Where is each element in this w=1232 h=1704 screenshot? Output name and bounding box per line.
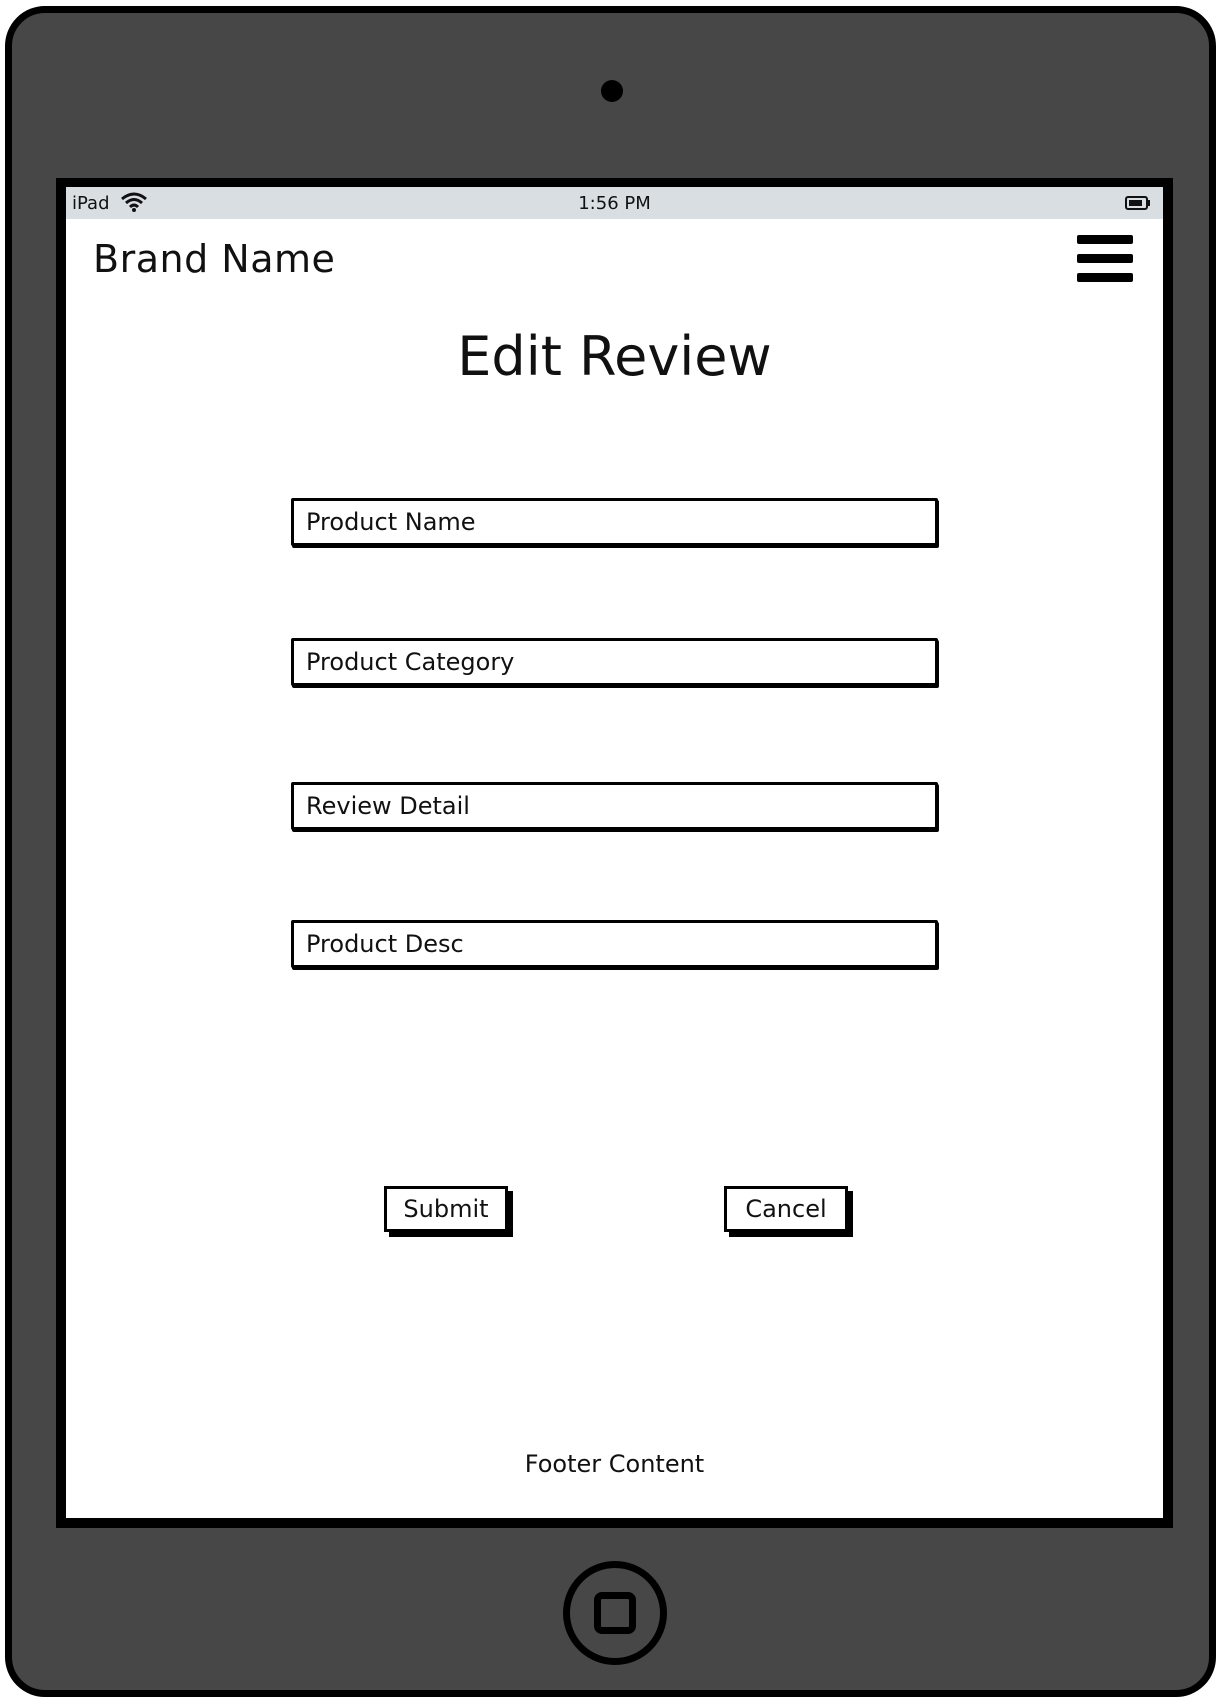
review-detail-input[interactable] (294, 785, 935, 827)
product-category-input[interactable] (294, 641, 935, 683)
product-category-field[interactable] (291, 638, 938, 686)
review-detail-field[interactable] (291, 782, 938, 830)
app-screen: iPad 1:56 PM Brand Name Edit Review Subm… (66, 187, 1163, 1518)
menu-bar (1077, 235, 1133, 244)
hamburger-menu-icon[interactable] (1077, 235, 1133, 283)
cancel-button[interactable]: Cancel (724, 1186, 848, 1232)
menu-bar (1077, 254, 1133, 263)
battery-icon (1125, 196, 1150, 210)
status-bar: iPad 1:56 PM (66, 187, 1163, 219)
home-square-icon (594, 1592, 636, 1634)
page-title: Edit Review (457, 325, 772, 388)
product-name-field[interactable] (291, 498, 938, 546)
footer-content: Footer Content (524, 1450, 705, 1478)
product-name-input[interactable] (294, 501, 935, 543)
product-desc-field[interactable] (291, 920, 938, 968)
brand-name[interactable]: Brand Name (93, 237, 335, 281)
menu-bar (1077, 273, 1133, 282)
status-time: 1:56 PM (578, 193, 651, 214)
camera-icon (601, 80, 623, 102)
home-button[interactable] (563, 1561, 667, 1665)
product-desc-input[interactable] (294, 923, 935, 965)
submit-button[interactable]: Submit (384, 1186, 508, 1232)
